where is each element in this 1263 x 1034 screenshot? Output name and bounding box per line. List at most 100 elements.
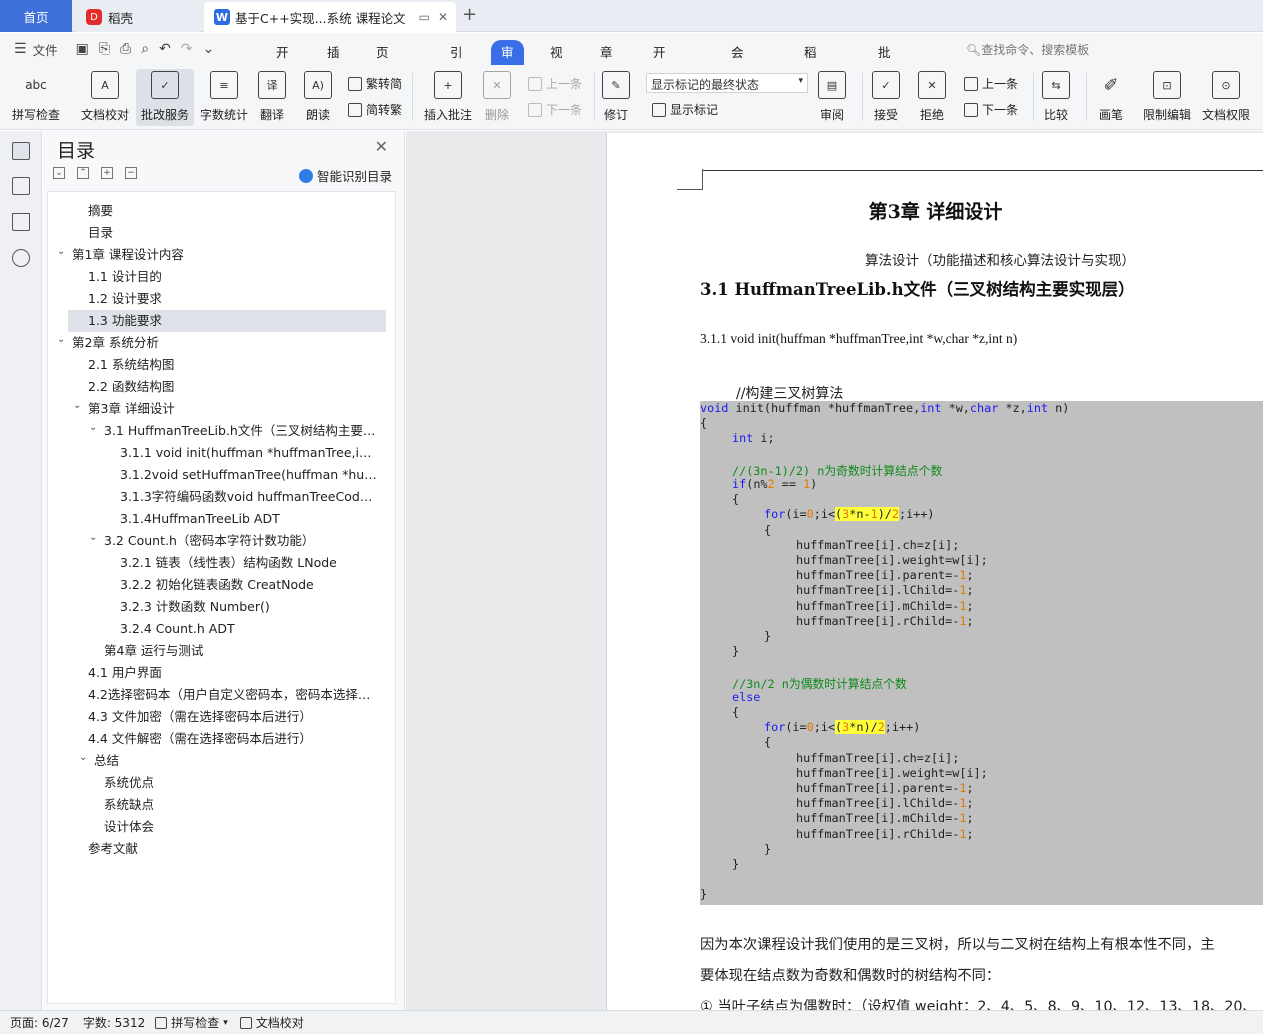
word-count-icon: ≡: [210, 71, 238, 99]
review-pane-button[interactable]: ▤ 审阅: [818, 69, 846, 123]
toc-item[interactable]: 第2章 系统分析: [72, 332, 378, 354]
toc-item[interactable]: 总结: [94, 750, 378, 772]
toc-item[interactable]: 第4章 运行与测试: [104, 640, 378, 662]
correction-label: 批改服务: [140, 108, 189, 122]
toc-item[interactable]: 3.2.3 计数函数 Number(): [120, 596, 378, 618]
next-comment-button[interactable]: 下一条: [528, 101, 582, 118]
chevron-down-icon[interactable]: ⌄: [73, 400, 81, 411]
insert-comment-button[interactable]: + 插入批注: [424, 69, 472, 123]
collapse-all-icon[interactable]: ⌄: [53, 167, 65, 179]
next-change-button[interactable]: 下一条: [964, 101, 1018, 118]
t2s-button[interactable]: 繁转简: [348, 75, 402, 92]
chevron-down-icon[interactable]: ⌄: [79, 752, 87, 763]
prev-comment-button[interactable]: 上一条: [528, 75, 582, 92]
markup-state-select[interactable]: 显示标记的最终状态 ▾: [646, 73, 808, 93]
toc-item-label: 系统优点: [104, 775, 155, 790]
new-tab-button[interactable]: +: [462, 4, 477, 25]
restrict-edit-button[interactable]: ⊡ 限制编辑: [1143, 69, 1191, 123]
tab-home[interactable]: 首页: [0, 0, 72, 32]
toc-item[interactable]: 3.1 HuffmanTreeLib.h文件（三叉树结构主要实…: [104, 420, 378, 442]
toc-item[interactable]: 1.1 设计目的: [88, 266, 378, 288]
chevron-down-icon[interactable]: ⌄: [57, 334, 65, 345]
doc-permission-button[interactable]: ⊙ 文档权限: [1202, 69, 1250, 123]
toc-item[interactable]: 4.3 文件加密（需在选择密码本后进行）: [88, 706, 378, 728]
prev-change-button[interactable]: 上一条: [964, 75, 1018, 92]
toc-item[interactable]: 3.1.1 void init(huffman *huffmanTree,int…: [120, 442, 378, 464]
toc-item[interactable]: 目录: [88, 222, 378, 244]
spell-check-button[interactable]: abc 拼写检查: [12, 69, 60, 123]
translate-button[interactable]: 译翻译: [258, 69, 286, 123]
toc-item[interactable]: 2.1 系统结构图: [88, 354, 378, 376]
tab-document[interactable]: W 基于C++实现...系统 课程论文 ▭ ✕: [204, 2, 456, 32]
read-aloud-button[interactable]: A) 朗读: [304, 69, 332, 123]
tab-daoke[interactable]: D 稻壳: [76, 2, 200, 32]
toc-item[interactable]: 4.1 用户界面: [88, 662, 378, 684]
hamburger-icon[interactable]: ☰: [14, 41, 27, 57]
chevron-down-icon[interactable]: ⌄: [57, 246, 65, 257]
toc-item-label: 第3章 详细设计: [88, 401, 175, 416]
toc-item[interactable]: 3.2.2 初始化链表函数 CreatNode: [120, 574, 378, 596]
word-count-button[interactable]: ≡ 字数统计: [200, 69, 248, 123]
toc-item[interactable]: 3.2.4 Count.h ADT: [120, 618, 378, 640]
status-doc-proof[interactable]: 文档校对: [239, 1014, 304, 1031]
toc-item[interactable]: 3.1.4HuffmanTreeLib ADT: [120, 508, 378, 530]
toc-item[interactable]: 系统缺点: [104, 794, 378, 816]
toc-panel-icon[interactable]: [12, 142, 30, 160]
document-page: 第3章 详细设计 算法设计（功能描述和核心算法设计与实现） 3.1 Huffma…: [606, 133, 1263, 1015]
reject-button[interactable]: ✕ 拒绝: [918, 69, 946, 123]
smart-toc-button[interactable]: 智能识别目录: [298, 166, 392, 185]
toc-item[interactable]: 2.2 函数结构图: [88, 376, 378, 398]
undo-icon[interactable]: ↶: [159, 41, 171, 57]
toc-item[interactable]: 设计体会: [104, 816, 378, 838]
reject-label: 拒绝: [919, 108, 944, 122]
expand-up-icon[interactable]: ⌃: [77, 167, 89, 179]
correction-service-button[interactable]: ✓ 批改服务: [136, 69, 194, 126]
search-panel-icon[interactable]: [12, 249, 30, 267]
doc-check-button[interactable]: A 文档校对: [81, 69, 129, 123]
prev-comment-icon: [528, 76, 542, 91]
redo-icon[interactable]: ↷: [181, 41, 193, 57]
toc-item[interactable]: 第3章 详细设计: [88, 398, 378, 420]
toc-item-label: 4.4 文件解密（需在选择密码本后进行）: [88, 731, 312, 746]
preview-icon[interactable]: ⌕: [141, 41, 149, 57]
delete-comment-button[interactable]: ✕ 删除: [483, 69, 511, 123]
s2t-button[interactable]: 简转繁: [348, 101, 402, 118]
show-markup-button[interactable]: 显示标记: [652, 101, 718, 118]
bookmark-icon[interactable]: [12, 213, 30, 231]
toc-item[interactable]: 3.1.2void setHuffmanTree(huffman *huffm…: [120, 464, 378, 486]
toc-item[interactable]: 4.2选择密码本（用户自定义密码本，密码本选择不…: [88, 684, 378, 706]
command-search[interactable]: 🔍︎查找命令、搜索模板: [966, 41, 1089, 58]
tab-window-icon[interactable]: ▭: [419, 10, 430, 24]
accept-button[interactable]: ✓ 接受: [872, 69, 900, 123]
toc-item[interactable]: 第1章 课程设计内容: [72, 244, 378, 266]
minus-icon[interactable]: −: [125, 167, 137, 179]
tab-close-icon[interactable]: ✕: [438, 10, 448, 24]
track-changes-button[interactable]: ✎ 修订: [602, 69, 630, 123]
toc-item[interactable]: 系统优点: [104, 772, 378, 794]
close-icon[interactable]: ✕: [375, 137, 388, 156]
toc-item[interactable]: 3.1.3字符编码函数void huffmanTreeCode(h…: [120, 486, 378, 508]
toc-item[interactable]: 4.4 文件解密（需在选择密码本后进行）: [88, 728, 378, 750]
chevron-down-icon[interactable]: ⌄: [89, 532, 97, 543]
word-count-indicator[interactable]: 字数: 5312: [83, 1014, 145, 1031]
toc-item[interactable]: 1.3 功能要求: [68, 310, 386, 332]
code-line: huffmanTree[i].ch=z[i];: [796, 750, 960, 765]
toc-item[interactable]: 3.2 Count.h（密码本字符计数功能）: [104, 530, 378, 552]
chevron-down-icon[interactable]: ⌄: [89, 422, 97, 433]
more-icon[interactable]: ⌄: [203, 41, 215, 57]
toc-item[interactable]: 3.2.1 链表（线性表）结构函数 LNode: [120, 552, 378, 574]
compare-button[interactable]: ⇆ 比较: [1042, 69, 1070, 123]
save-icon[interactable]: ▣: [76, 41, 89, 57]
file-menu[interactable]: 文件: [33, 40, 58, 59]
toc-item[interactable]: 1.2 设计要求: [88, 288, 378, 310]
navigation-icon[interactable]: [12, 177, 30, 195]
code-line: {: [732, 705, 740, 719]
toc-item[interactable]: 参考文献: [88, 838, 378, 860]
plus-icon[interactable]: +: [101, 167, 113, 179]
pen-button[interactable]: ✐ 画笔: [1097, 69, 1125, 123]
print-icon[interactable]: ⎙: [120, 41, 131, 57]
toc-item[interactable]: 摘要: [88, 200, 378, 222]
export-icon[interactable]: ⎘: [99, 41, 110, 57]
status-spell-check[interactable]: 拼写检查 ▾: [155, 1014, 228, 1031]
page-indicator[interactable]: 页面: 6/27: [10, 1014, 69, 1031]
